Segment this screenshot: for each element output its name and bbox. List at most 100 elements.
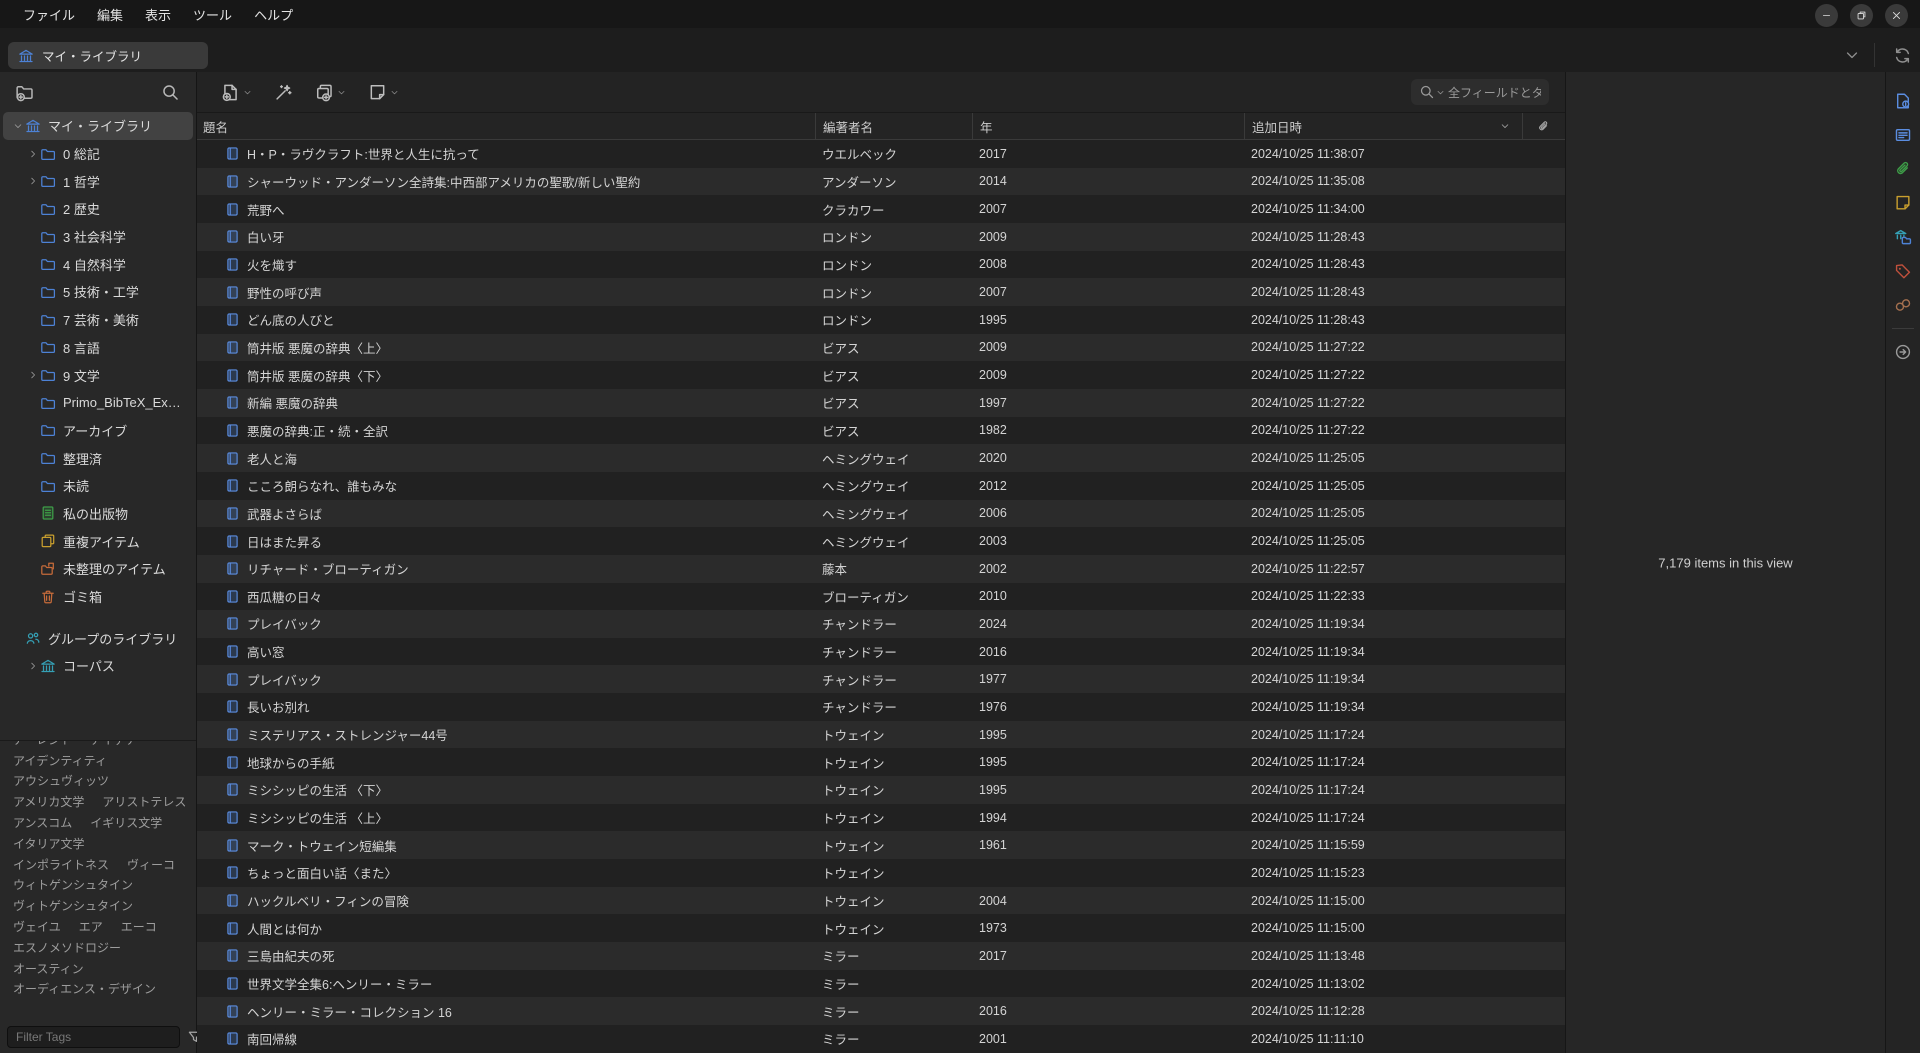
collection-row-12[interactable]: 整理済	[3, 444, 193, 472]
collection-row-13[interactable]: 未読	[3, 472, 193, 500]
chevron-right-icon[interactable]	[25, 149, 40, 159]
tag-item[interactable]: アイデンティティ	[13, 752, 107, 769]
tag-item[interactable]: アンスコム	[13, 814, 72, 831]
chevron-right-icon[interactable]	[25, 661, 40, 671]
table-row[interactable]: 新編 悪魔の辞典ビアス19972024/10/25 11:27:22	[197, 389, 1565, 417]
tag-item[interactable]: アメリカ文学	[13, 793, 84, 810]
table-row[interactable]: プレイバックチャンドラー20242024/10/25 11:19:34	[197, 610, 1565, 638]
table-row[interactable]: マーク・トウェイン短編集トウェイン19612024/10/25 11:15:59	[197, 831, 1565, 859]
tag-item[interactable]: アイデア	[90, 740, 137, 748]
minimize-button[interactable]	[1815, 4, 1838, 27]
item-search-box[interactable]: 全フィールドとタグ	[1411, 79, 1549, 105]
table-row[interactable]: 高い窓チャンドラー20162024/10/25 11:19:34	[197, 638, 1565, 666]
collection-row-19[interactable]: グループのライブラリ	[3, 624, 193, 652]
table-row[interactable]: 地球からの手紙トウェイン19952024/10/25 11:17:24	[197, 748, 1565, 776]
table-row[interactable]: 日はまた昇るヘミングウェイ20032024/10/25 11:25:05	[197, 527, 1565, 555]
collection-row-11[interactable]: アーカイブ	[3, 417, 193, 445]
collection-row-2[interactable]: 1 哲学	[3, 167, 193, 195]
table-row[interactable]: 南回帰線ミラー20012024/10/25 11:11:10	[197, 1025, 1565, 1053]
related-icon[interactable]	[1889, 288, 1917, 322]
table-row[interactable]: 筒井版 悪魔の辞典〈上〉ビアス20092024/10/25 11:27:22	[197, 334, 1565, 362]
tag-item[interactable]: ヴィトゲンシュタイン	[13, 897, 133, 914]
notes-icon[interactable]	[1889, 186, 1917, 220]
table-row[interactable]: こころ朗らなれ、誰もみなヘミングウェイ20122024/10/25 11:25:…	[197, 472, 1565, 500]
collection-row-8[interactable]: 8 言語	[3, 334, 193, 362]
collection-row-15[interactable]: 重複アイテム	[3, 527, 193, 555]
tag-item[interactable]: エーコ	[121, 918, 157, 935]
tab-my-library[interactable]: マイ・ライブラリ	[8, 42, 208, 69]
table-row[interactable]: プレイバックチャンドラー19772024/10/25 11:19:34	[197, 665, 1565, 693]
table-row[interactable]: リチャード・ブローティガン藤本20022024/10/25 11:22:57	[197, 555, 1565, 583]
tags-icon[interactable]	[1889, 254, 1917, 288]
chevron-down-icon[interactable]	[10, 121, 25, 131]
table-row[interactable]: ミシシッピの生活 〈上〉トウェイン19942024/10/25 11:17:24	[197, 804, 1565, 832]
table-row[interactable]: 筒井版 悪魔の辞典〈下〉ビアス20092024/10/25 11:27:22	[197, 361, 1565, 389]
item-info-icon[interactable]	[1889, 84, 1917, 118]
table-row[interactable]: ミシシッピの生活 〈下〉トウェイン19952024/10/25 11:17:24	[197, 776, 1565, 804]
table-row[interactable]: 老人と海ヘミングウェイ20202024/10/25 11:25:05	[197, 444, 1565, 472]
menu-item-4[interactable]: ヘルプ	[243, 2, 304, 27]
column-header-title[interactable]: 題名	[197, 113, 815, 139]
add-attachment-chevron-icon[interactable]	[337, 88, 346, 97]
collection-row-1[interactable]: 0 総記	[3, 140, 193, 168]
menu-item-2[interactable]: 表示	[134, 2, 182, 27]
tag-item[interactable]: エスノメソドロジー	[13, 939, 121, 956]
tag-item[interactable]: インポライトネス	[13, 856, 109, 873]
locate-icon[interactable]	[1889, 335, 1917, 369]
collection-row-3[interactable]: 2 歴史	[3, 195, 193, 223]
table-row[interactable]: 世界文学全集6:ヘンリー・ミラーミラー2024/10/25 11:13:02	[197, 970, 1565, 998]
table-row[interactable]: 火を熾すロンドン20082024/10/25 11:28:43	[197, 251, 1565, 279]
collection-row-4[interactable]: 3 社会科学	[3, 223, 193, 251]
tag-item[interactable]: ヴィーコ	[127, 856, 175, 873]
collection-row-10[interactable]: Primo_BibTeX_Ex…	[3, 389, 193, 417]
menu-item-1[interactable]: 編集	[86, 2, 134, 27]
collection-row-20[interactable]: コーパス	[3, 652, 193, 680]
table-row[interactable]: 荒野へクラカワー20072024/10/25 11:34:00	[197, 195, 1565, 223]
collection-row-17[interactable]: ゴミ箱	[3, 583, 193, 611]
sync-icon[interactable]	[1893, 46, 1912, 65]
tag-item[interactable]: イタリア文学	[13, 835, 85, 852]
table-row[interactable]: 悪魔の辞典:正・続・全訳ビアス19822024/10/25 11:27:22	[197, 417, 1565, 445]
attachments-icon[interactable]	[1889, 152, 1917, 186]
table-row[interactable]: 長いお別れチャンドラー19762024/10/25 11:19:34	[197, 693, 1565, 721]
close-button[interactable]	[1885, 4, 1908, 27]
collection-row-16[interactable]: 未整理のアイテム	[3, 555, 193, 583]
chevron-right-icon[interactable]	[25, 176, 40, 186]
tag-item[interactable]: アーレント	[13, 740, 72, 748]
tag-item[interactable]: オースティン	[13, 960, 84, 977]
tag-item[interactable]: ヴェイユ	[13, 918, 61, 935]
collection-row-9[interactable]: 9 文学	[3, 361, 193, 389]
table-row[interactable]: H・P・ラヴクラフト:世界と人生に抗ってウエルベック20172024/10/25…	[197, 140, 1565, 168]
new-note-icon[interactable]	[368, 83, 387, 102]
table-row[interactable]: 西瓜糖の日々ブローティガン20102024/10/25 11:22:33	[197, 583, 1565, 611]
collection-row-6[interactable]: 5 技術・工学	[3, 278, 193, 306]
table-row[interactable]: 武器よさらばヘミングウェイ20062024/10/25 11:25:05	[197, 500, 1565, 528]
tag-item[interactable]: オーディエンス・デザイン	[13, 980, 156, 997]
menu-item-0[interactable]: ファイル	[12, 2, 86, 27]
new-note-chevron-icon[interactable]	[390, 88, 399, 97]
tag-item[interactable]: イギリス文学	[90, 814, 162, 831]
table-row[interactable]: 人間とは何かトウェイン19732024/10/25 11:15:00	[197, 914, 1565, 942]
table-row[interactable]: どん底の人びとロンドン19952024/10/25 11:28:43	[197, 306, 1565, 334]
menu-item-3[interactable]: ツール	[182, 2, 243, 27]
collection-row-5[interactable]: 4 自然科学	[3, 250, 193, 278]
tag-filter-input[interactable]	[7, 1026, 180, 1048]
chevron-right-icon[interactable]	[25, 370, 40, 380]
maximize-button[interactable]	[1850, 4, 1873, 27]
tab-list-chevron-icon[interactable]	[1844, 47, 1856, 63]
column-header-year[interactable]: 年	[972, 113, 1244, 139]
table-row[interactable]: シャーウッド・アンダーソン全詩集:中西部アメリカの聖歌/新しい聖約アンダーソン2…	[197, 168, 1565, 196]
column-header-date_added[interactable]: 追加日時	[1244, 113, 1522, 139]
table-row[interactable]: 三島由紀夫の死ミラー20172024/10/25 11:13:48	[197, 942, 1565, 970]
column-header-creator[interactable]: 編著者名	[815, 113, 972, 139]
table-row[interactable]: ちょっと面白い話〈また〉トウェイン2024/10/25 11:15:23	[197, 859, 1565, 887]
collection-row-14[interactable]: 私の出版物	[3, 500, 193, 528]
column-header-attachments[interactable]	[1522, 113, 1564, 139]
tag-item[interactable]: ウィトゲンシュタイン	[13, 876, 133, 893]
tag-item[interactable]: エア	[79, 918, 103, 935]
collection-row-7[interactable]: 7 芸術・美術	[3, 306, 193, 334]
new-item-icon[interactable]	[221, 83, 240, 102]
table-row[interactable]: ハックルベリ・フィンの冒険トウェイン20042024/10/25 11:15:0…	[197, 887, 1565, 915]
new-collection-icon[interactable]	[15, 83, 34, 102]
tag-item[interactable]: アリストテレス	[102, 793, 186, 810]
